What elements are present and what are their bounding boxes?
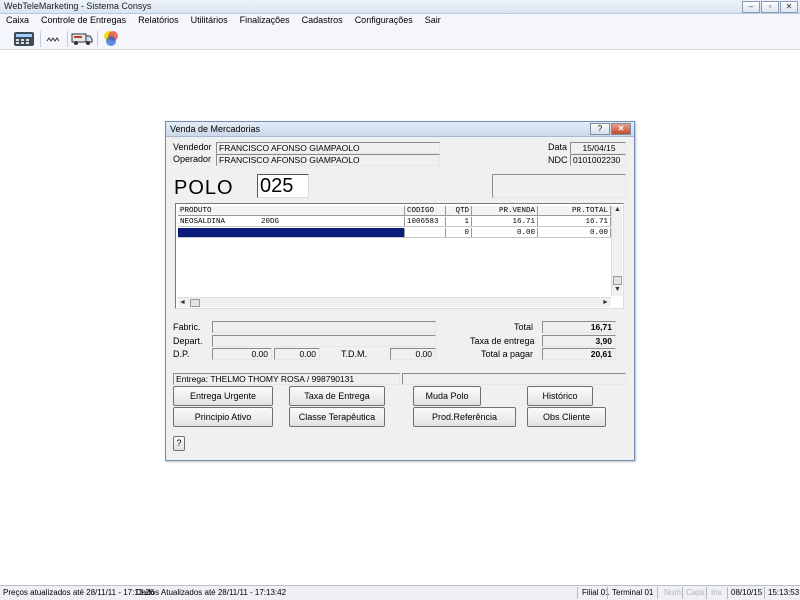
taxa-entrega-field: 3,90: [542, 335, 616, 347]
scroll-up-icon[interactable]: ▲: [614, 206, 621, 213]
operador-field[interactable]: FRANCISCO AFONSO GIAMPAOLO: [216, 154, 440, 166]
header-pr-venda[interactable]: PR.VENDA: [472, 206, 538, 215]
product-grid[interactable]: PRODUTO CODIGO QTD PR.VENDA PR.TOTAL NEO…: [175, 203, 624, 309]
prod-referencia-button[interactable]: Prod.Referência: [413, 407, 516, 427]
color-wheel-icon[interactable]: [100, 30, 122, 48]
muda-polo-button[interactable]: Muda Polo: [413, 386, 481, 406]
grid-vertical-scrollbar[interactable]: ▲ ▼: [611, 206, 622, 296]
menu-finalizacoes[interactable]: Finalizações: [234, 14, 296, 28]
cell-pr-total: 16.71: [538, 217, 611, 226]
close-button[interactable]: ✕: [780, 1, 798, 13]
scroll-right-icon[interactable]: ►: [602, 299, 609, 306]
cell-codigo: [405, 228, 446, 237]
table-row[interactable]: NEOSALDINA 20DG 1006583 1 16.71 16.71: [178, 217, 611, 227]
menu-caixa[interactable]: Caixa: [0, 14, 35, 28]
dados-status: Dados Atualizados até 28/11/11 - 17:13:4…: [136, 588, 287, 597]
title-bar: WebTeleMarketing - Sistema Consys – ▫ ✕: [0, 0, 800, 14]
cell-pr-venda: 16.71: [472, 217, 538, 226]
header-produto[interactable]: PRODUTO: [178, 206, 405, 215]
delivery-van-icon[interactable]: [70, 30, 94, 48]
fabric-field[interactable]: [212, 321, 436, 333]
caps-lock-indicator: Caps: [686, 588, 705, 597]
historico-button[interactable]: Histórico: [527, 386, 593, 406]
cell-qtd: 0: [446, 228, 472, 237]
precos-status: Preços atualizados até 28/11/11 - 17:13:…: [3, 588, 155, 597]
total-field: 16,71: [542, 321, 616, 333]
table-row[interactable]: 0 0.00 0.00: [178, 228, 611, 238]
dialog-close-button[interactable]: ✕: [611, 123, 631, 135]
dp-field-2[interactable]: 0.00: [274, 348, 320, 360]
obs-cliente-button[interactable]: Obs Cliente: [527, 407, 606, 427]
total-label: Total: [514, 322, 534, 332]
menu-cadastros[interactable]: Cadastros: [296, 14, 349, 28]
cell-produto: NEOSALDINA 20DG: [178, 217, 405, 226]
principio-ativo-button[interactable]: Principio Ativo: [173, 407, 273, 427]
dialog-title-bar: Venda de Mercadorias ? ✕: [166, 122, 634, 137]
header-pr-total[interactable]: PR.TOTAL: [538, 206, 611, 215]
scroll-left-icon[interactable]: ◄: [179, 299, 186, 306]
depart-field[interactable]: [212, 335, 436, 347]
insert-indicator: Ins: [711, 588, 722, 597]
status-bar: Preços atualizados até 28/11/11 - 17:13:…: [0, 585, 800, 600]
info-box: [492, 174, 626, 198]
dp-label: D.P.: [173, 349, 190, 359]
entrega-urgente-button[interactable]: Entrega Urgente: [173, 386, 273, 406]
vendedor-label: Vendedor: [173, 142, 212, 152]
grid-header: PRODUTO CODIGO QTD PR.VENDA PR.TOTAL: [178, 206, 611, 216]
fabric-label: Fabric.: [173, 322, 201, 332]
venda-dialog: Venda de Mercadorias ? ✕ Vendedor FRANCI…: [165, 121, 635, 461]
header-qtd[interactable]: QTD: [446, 206, 472, 215]
total-a-pagar-field: 20,61: [542, 348, 616, 360]
menu-bar: Caixa Controle de Entregas Relatórios Ut…: [0, 14, 800, 28]
vertical-scroll-thumb[interactable]: [613, 276, 622, 285]
data-label: Data: [548, 142, 568, 152]
cell-pr-venda: 0.00: [472, 228, 538, 237]
tdm-label: T.D.M.: [341, 349, 367, 359]
menu-configuracoes[interactable]: Configurações: [349, 14, 419, 28]
filial-status: Filial 01: [582, 588, 610, 597]
app-title: WebTeleMarketing - Sistema Consys: [4, 1, 152, 11]
horizontal-scroll-thumb[interactable]: [190, 299, 200, 307]
cell-qtd: 1: [446, 217, 472, 226]
minimize-button[interactable]: –: [742, 1, 760, 13]
entrega-field: Entrega: THELMO THOMY ROSA / 998790131: [173, 373, 400, 385]
status-date: 08/10/15: [731, 588, 763, 597]
tdm-field[interactable]: 0.00: [390, 348, 436, 360]
data-field[interactable]: 15/04/15: [570, 142, 626, 154]
total-a-pagar-label: Total a pagar: [481, 349, 534, 359]
menu-relatorios[interactable]: Relatórios: [132, 14, 185, 28]
taxa-entrega-label: Taxa de entrega: [470, 336, 535, 346]
vendedor-field[interactable]: FRANCISCO AFONSO GIAMPAOLO: [216, 142, 440, 154]
scroll-down-icon[interactable]: ▼: [614, 286, 621, 293]
terminal-status: Terminal 01: [612, 588, 654, 597]
operador-label: Operador: [173, 154, 212, 164]
cell-codigo: 1006583: [405, 217, 446, 226]
dialog-title: Venda de Mercadorias: [170, 124, 261, 134]
maximize-button[interactable]: ▫: [761, 1, 779, 13]
num-lock-indicator: Num: [664, 588, 681, 597]
dp-field-1[interactable]: 0.00: [212, 348, 272, 360]
menu-sair[interactable]: Sair: [419, 14, 447, 28]
cell-pr-total: 0.00: [538, 228, 611, 237]
header-codigo[interactable]: CODIGO: [405, 206, 446, 215]
taxa-de-entrega-button[interactable]: Taxa de Entrega: [289, 386, 385, 406]
ndc-field[interactable]: 0101002230: [570, 154, 626, 166]
calculator-icon[interactable]: [12, 30, 36, 48]
menu-controle-entregas[interactable]: Controle de Entregas: [35, 14, 132, 28]
classe-terapeutica-button[interactable]: Classe Terapêutica: [289, 407, 385, 427]
entrega-extra-field: [402, 373, 626, 385]
grid-horizontal-scrollbar[interactable]: ◄ ►: [178, 297, 611, 307]
toolbar: [0, 28, 800, 50]
polo-label: POLO: [174, 177, 234, 199]
cell-produto-input[interactable]: [178, 228, 405, 237]
dialog-help-button[interactable]: ?: [590, 123, 610, 135]
waves-icon[interactable]: [44, 30, 64, 48]
ndc-label: NDC: [548, 155, 568, 165]
polo-number: 025: [257, 174, 309, 198]
status-time: 15:13:53: [768, 588, 800, 597]
menu-utilitarios[interactable]: Utilitários: [185, 14, 234, 28]
depart-label: Depart.: [173, 336, 203, 346]
help-button[interactable]: ?: [173, 436, 185, 451]
